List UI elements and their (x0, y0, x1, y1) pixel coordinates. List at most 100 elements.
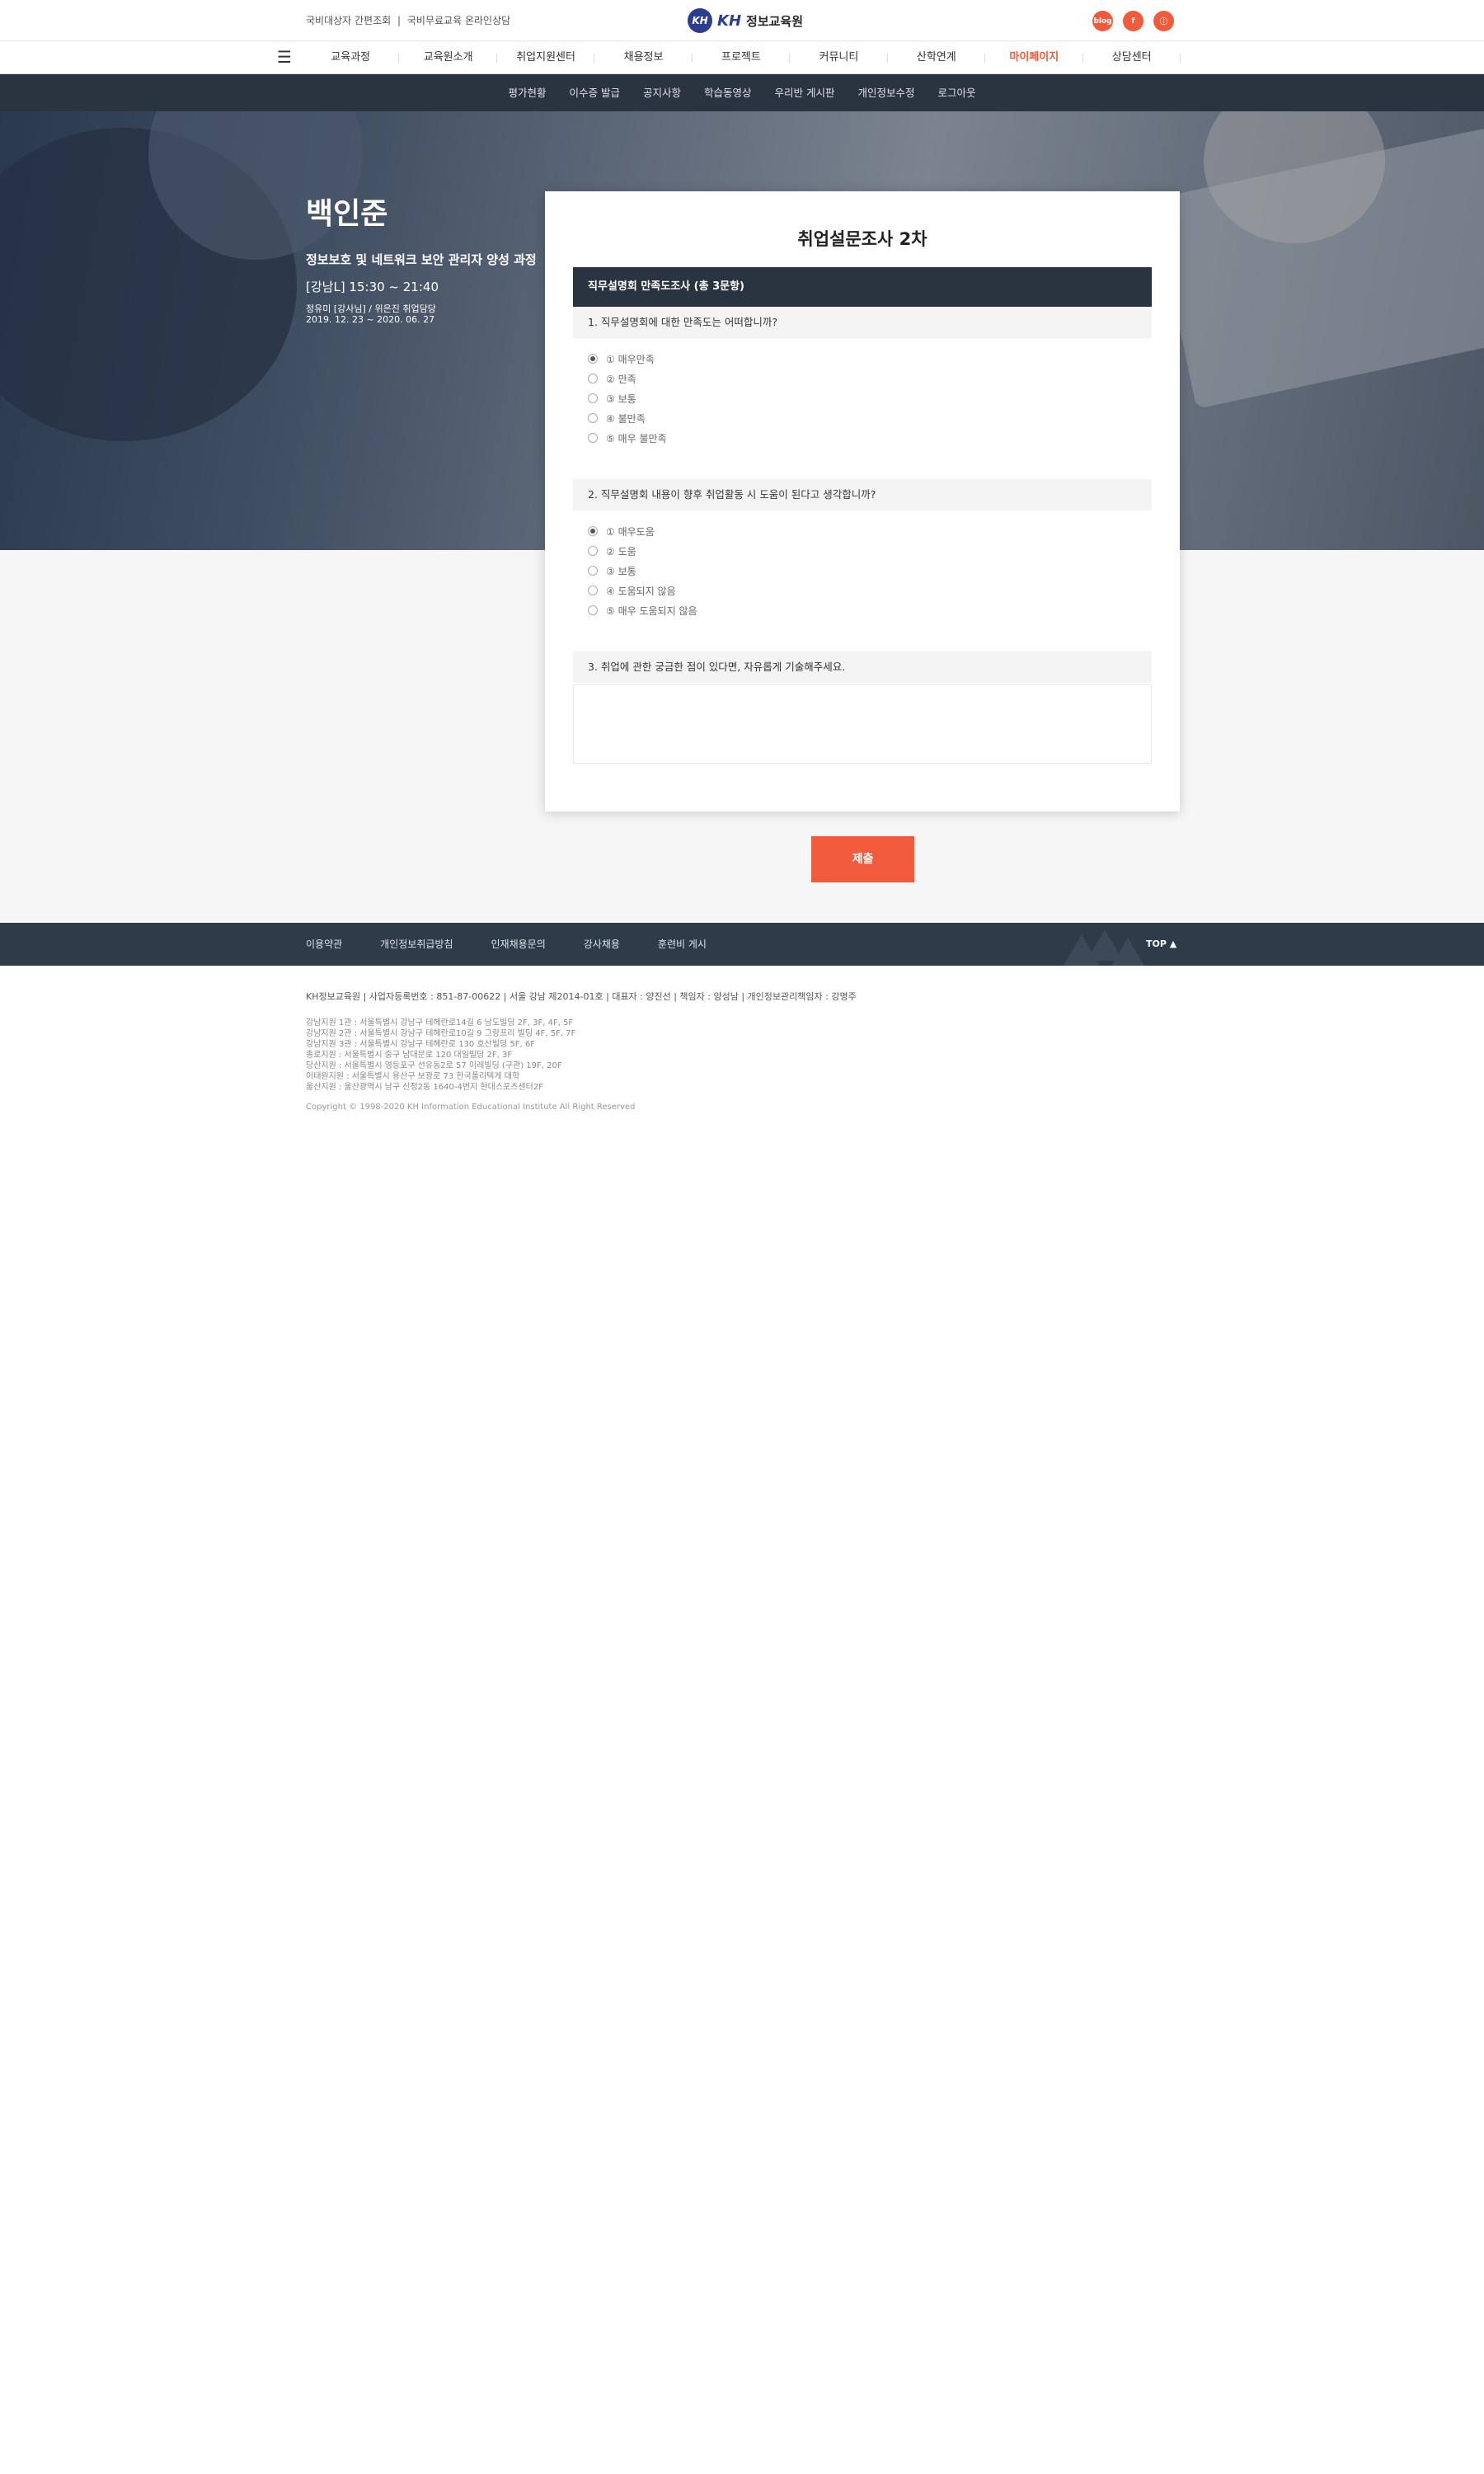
online-consult-link[interactable]: 국비무료교육 온라인상담 (407, 15, 510, 26)
subnav-item-profile-edit[interactable]: 개인정보수정 (846, 74, 926, 111)
address-line: 강남지원 1관 : 서울특별시 강남구 테헤란로14길 6 남도빌딩 2F, 3… (306, 1018, 574, 1028)
radio-option[interactable]: ① 매우도움 (588, 521, 697, 541)
facebook-icon[interactable]: f (1123, 11, 1144, 31)
option-label: ① 매우만족 (606, 353, 655, 365)
option-label: ① 매우도움 (606, 525, 655, 538)
option-label: ② 도움 (606, 545, 636, 557)
business-info: KH정보교육원 | 사업자등록번호 : 851-87-00622 | 서울 강남… (306, 991, 857, 1002)
student-name: 백인준 (306, 197, 388, 231)
question-3: 3. 취업에 관한 궁금한 점이 있다면, 자유롭게 기술해주세요. (573, 651, 1152, 683)
sub-nav: 평가현황 이수증 발급 공지사항 학습동영상 우리반 게시판 개인정보수정 로그… (0, 74, 1484, 111)
quick-lookup-link[interactable]: 국비대상자 간편조회 (306, 15, 391, 26)
free-answer-textarea[interactable] (573, 684, 1152, 764)
sub-nav-items: 평가현황 이수증 발급 공지사항 학습동영상 우리반 게시판 개인정보수정 로그… (0, 74, 1484, 111)
footer-info: KH정보교육원 | 사업자등록번호 : 851-87-00622 | 서울 강남… (306, 990, 857, 1112)
question-2: 2. 직무설명회 내용이 향후 취업활동 시 도움이 된다고 생각합니까? (573, 479, 1152, 510)
footer-decor (1110, 938, 1146, 966)
radio-option[interactable]: ③ 보통 (588, 561, 697, 581)
option-label: ④ 도움되지 않음 (606, 585, 676, 597)
radio-option[interactable]: ④ 도움되지 않음 (588, 581, 697, 600)
hamburger-menu-icon[interactable]: ☰ (277, 49, 292, 65)
main-nav-items: 교육과정 교육원소개 취업지원센터 채용정보 프로젝트 커뮤니티 산학연계 마이… (302, 41, 1181, 74)
footer-link-privacy[interactable]: 개인정보취급방침 (380, 923, 453, 966)
footer-link-instructor[interactable]: 강사채용 (584, 923, 620, 966)
radio-option[interactable]: ① 매우만족 (588, 349, 667, 369)
address-line: 울산지원 : 울산광역시 남구 신정2동 1640-4번지 현대스포츠센터2F (306, 1083, 543, 1092)
logo-text: 정보교육원 (746, 13, 804, 29)
social-links: blog f ⓘ (1092, 11, 1174, 31)
subnav-item-logout[interactable]: 로그아웃 (927, 74, 988, 111)
subnav-item-class-board[interactable]: 우리반 게시판 (763, 74, 847, 111)
option-label: ② 만족 (606, 373, 636, 385)
option-label: ⑤ 매우 도움되지 않음 (606, 604, 697, 617)
survey-card: 취업설문조사 2차 직무설명회 만족도조사 (총 3문항) 1. 직무설명회에 … (545, 191, 1180, 811)
question-1: 1. 직무설명회에 대한 만족도는 어떠합니까? (573, 307, 1152, 338)
option-label: ③ 보통 (606, 565, 636, 577)
radio-option[interactable]: ③ 보통 (588, 388, 667, 408)
top-bar: 국비대상자 간편조회 | 국비무료교육 온라인상담 KH KH 정보교육원 bl… (0, 0, 1484, 41)
question-1-options: ① 매우만족 ② 만족 ③ 보통 ④ 불만족 ⑤ 매우 불만족 (588, 349, 667, 448)
nav-item-about[interactable]: 교육원소개 (399, 41, 498, 74)
logo-brand: KH (717, 12, 742, 30)
radio-icon[interactable] (588, 546, 598, 556)
submit-button[interactable]: 제출 (811, 836, 914, 882)
nav-item-recruit[interactable]: 채용정보 (594, 41, 693, 74)
radio-option[interactable]: ④ 불만족 (588, 408, 667, 428)
class-time: [강남L] 15:30 ~ 21:40 (306, 280, 439, 294)
nav-item-courses[interactable]: 교육과정 (302, 41, 400, 74)
footer-links: 이용약관 개인정보취급방침 인재채용문의 강사채용 훈련비 게시 (306, 923, 744, 966)
teacher-info: 정유미 [강사님] / 위은진 취업담당 (306, 303, 436, 314)
nav-item-mypage[interactable]: 마이페이지 (985, 41, 1083, 74)
subnav-item-video[interactable]: 학습동영상 (693, 74, 763, 111)
radio-icon[interactable] (588, 433, 598, 443)
address-line: 강남지원 3관 : 서울특별시 강남구 테헤란로 130 호산빌딩 5F, 6F (306, 1040, 536, 1049)
question-2-options: ① 매우도움 ② 도움 ③ 보통 ④ 도움되지 않음 ⑤ 매우 도움되지 않음 (588, 521, 697, 620)
survey-section-header: 직무설명회 만족도조사 (총 3문항) (573, 267, 1152, 307)
logo-mark-icon: KH (688, 8, 712, 33)
kh-logo[interactable]: KH KH 정보교육원 (688, 8, 803, 33)
radio-icon[interactable] (588, 413, 598, 423)
address-line: 강남지원 2관 : 서울특별시 강남구 테헤란로10길 9 그랑프리 빌딩 4F… (306, 1029, 576, 1038)
radio-icon[interactable] (588, 374, 598, 383)
radio-checked-icon[interactable] (588, 354, 598, 364)
course-period: 2019. 12. 23 ~ 2020. 06. 27 (306, 314, 435, 325)
subnav-item-notice[interactable]: 공지사항 (632, 74, 693, 111)
nav-item-project[interactable]: 프로젝트 (693, 41, 791, 74)
blog-icon[interactable]: blog (1092, 11, 1113, 31)
footer-link-terms[interactable]: 이용약관 (306, 923, 342, 966)
radio-option[interactable]: ② 만족 (588, 369, 667, 388)
subnav-item-evaluation[interactable]: 평가현황 (496, 74, 557, 111)
address-line: 이태원지원 : 서울특별시 용산구 보광로 73 한국폴리텍게 대학 (306, 1072, 520, 1081)
copyright: Copyright © 1998-2020 KH Information Edu… (306, 1103, 636, 1112)
option-label: ③ 보통 (606, 393, 636, 405)
footer-link-hiring[interactable]: 인재채용문의 (491, 923, 546, 966)
course-name: 정보보호 및 네트워크 보안 관리자 양성 과정 (306, 252, 537, 267)
scroll-top-button[interactable]: TOP ▲ (1146, 923, 1176, 966)
radio-icon[interactable] (588, 605, 598, 615)
subnav-item-certificate[interactable]: 이수증 발급 (557, 74, 631, 111)
address-line: 당산지원 : 서울특별시 영등포구 선유동2로 57 이레빌딩 (구관) 19F… (306, 1061, 562, 1070)
radio-icon[interactable] (588, 393, 598, 403)
footer-link-fee[interactable]: 훈련비 게시 (658, 923, 707, 966)
address-line: 종로지원 : 서울특별시 중구 남대문로 120 대일빌딩 2F, 3F (306, 1051, 513, 1060)
survey-title: 취업설문조사 2차 (797, 229, 928, 249)
top-links: 국비대상자 간편조회 | 국비무료교육 온라인상담 (306, 13, 514, 27)
nav-item-industry[interactable]: 산학연계 (888, 41, 986, 74)
student-profile: 백인준 정보보호 및 네트워크 보안 관리자 양성 과정 [강남L] 15:30… (306, 190, 537, 325)
footer-nav: 이용약관 개인정보취급방침 인재채용문의 강사채용 훈련비 게시 TOP ▲ (0, 923, 1484, 966)
main-nav: ☰ 교육과정 교육원소개 취업지원센터 채용정보 프로젝트 커뮤니티 산학연계 … (0, 41, 1484, 74)
radio-option[interactable]: ⑤ 매우 불만족 (588, 428, 667, 448)
radio-icon[interactable] (588, 566, 598, 576)
nav-item-consult[interactable]: 상담센터 (1083, 41, 1181, 74)
radio-checked-icon[interactable] (588, 526, 598, 536)
radio-option[interactable]: ⑤ 매우 도움되지 않음 (588, 600, 697, 620)
radio-icon[interactable] (588, 586, 598, 595)
nav-item-community[interactable]: 커뮤니티 (790, 41, 889, 74)
option-label: ④ 불만족 (606, 412, 646, 425)
option-label: ⑤ 매우 불만족 (606, 432, 667, 444)
address-list: 강남지원 1관 : 서울특별시 강남구 테헤란로14길 6 남도빌딩 2F, 3… (306, 1018, 857, 1093)
nav-item-job-support[interactable]: 취업지원센터 (497, 41, 595, 74)
instagram-icon[interactable]: ⓘ (1153, 11, 1174, 31)
link-divider: | (397, 15, 402, 26)
radio-option[interactable]: ② 도움 (588, 541, 697, 561)
